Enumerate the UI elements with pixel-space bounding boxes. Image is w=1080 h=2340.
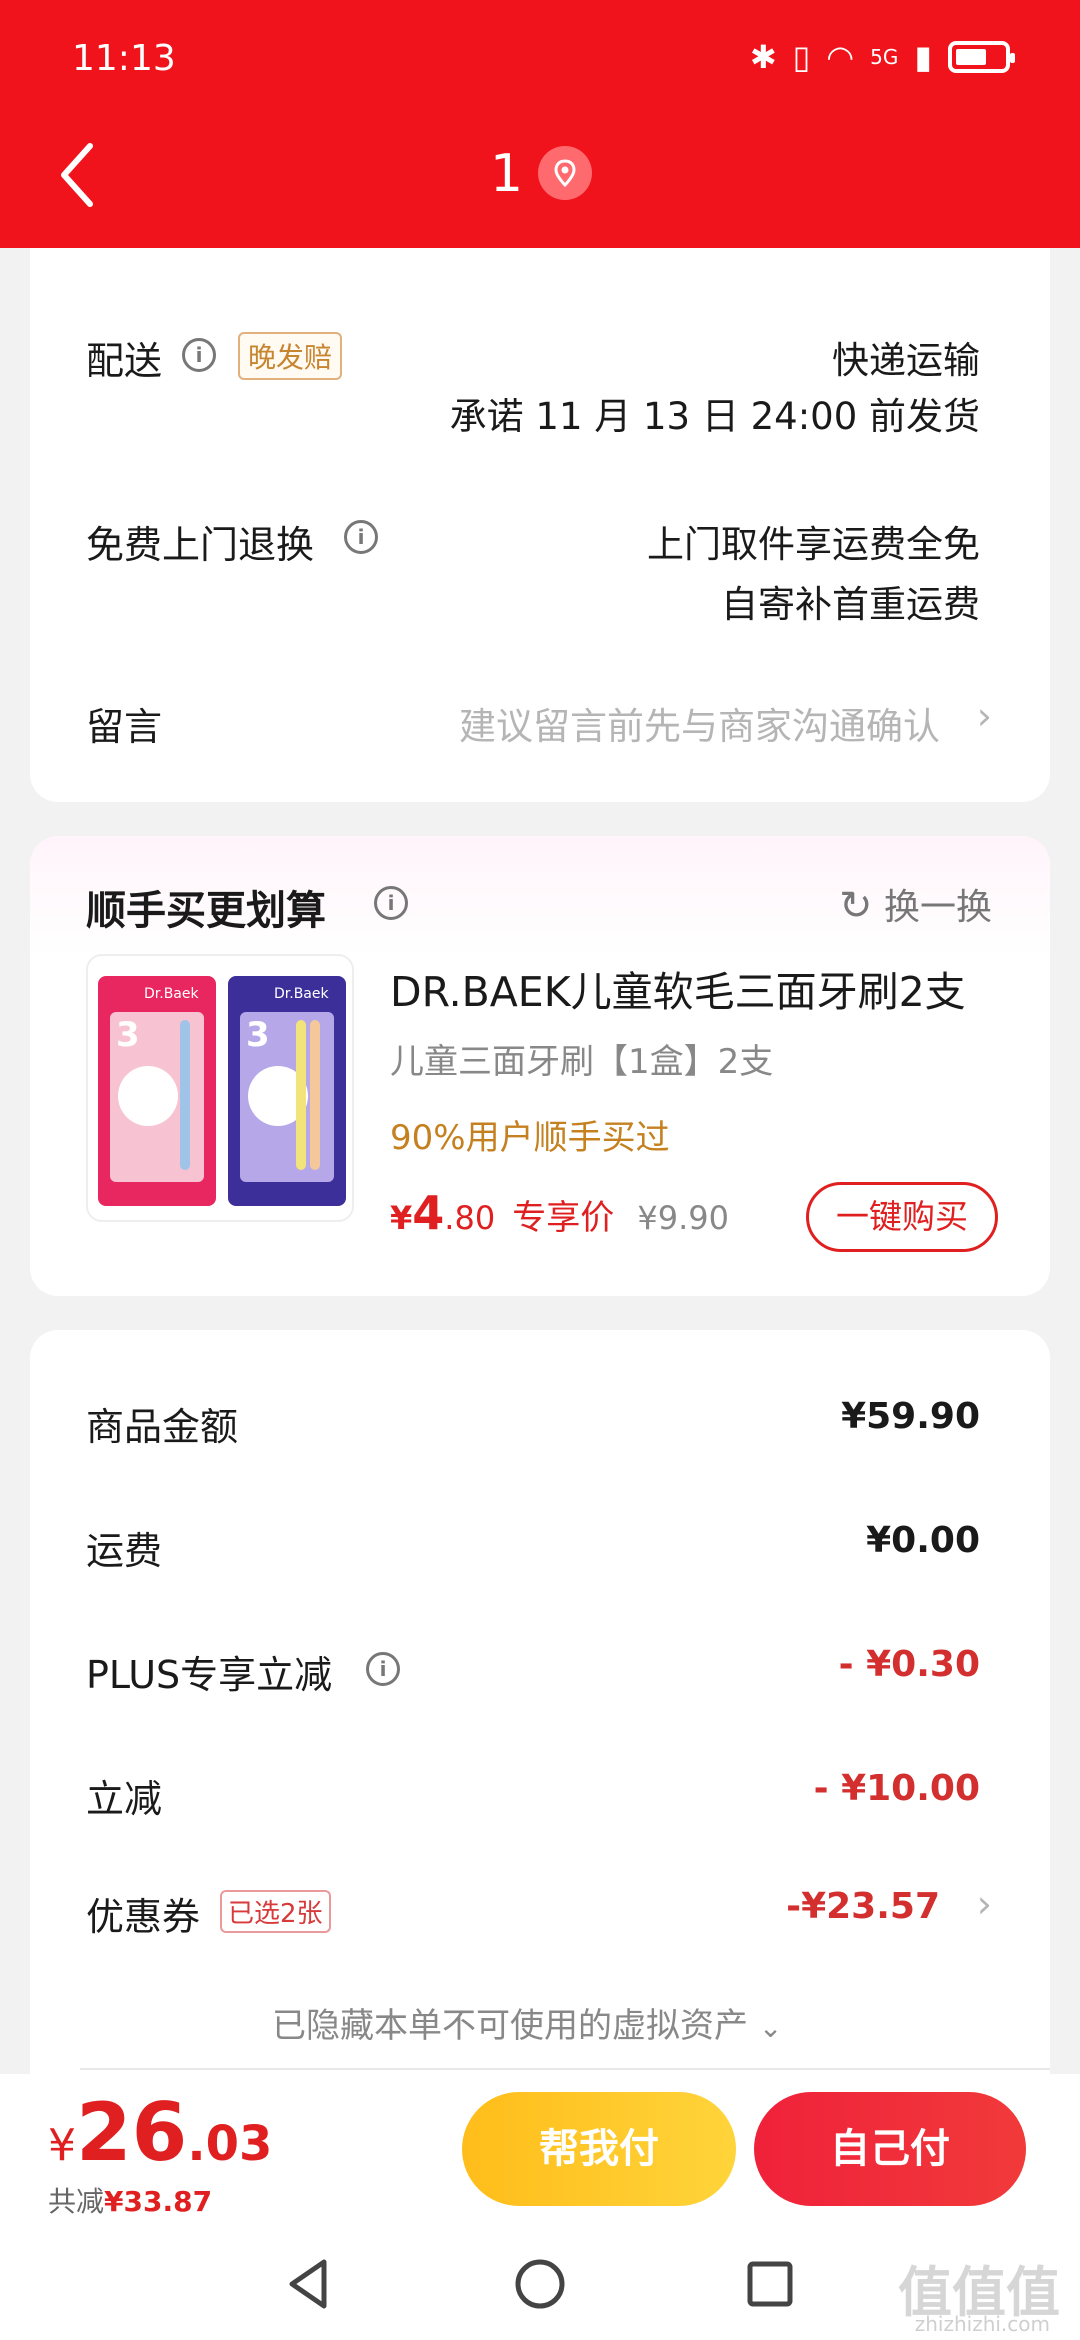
divider — [80, 2068, 1050, 2070]
chevron-down-icon: ⌄ — [758, 2011, 783, 2044]
help-pay-button[interactable]: 帮我付 — [462, 2092, 736, 2206]
saved-prefix: 共减 — [48, 2185, 105, 2218]
refresh-label: 换一换 — [883, 887, 992, 928]
info-icon[interactable]: i — [344, 520, 378, 554]
summary-row-label: 运费 — [86, 1529, 163, 1573]
saved-value: ¥33.87 — [104, 2185, 213, 2218]
product-spec: 儿童三面牙刷【1盒】2支 — [390, 1042, 774, 1082]
summary-row-value: - ¥0.30 — [838, 1644, 980, 1685]
price-dec: .80 — [444, 1199, 496, 1237]
battery-icon — [948, 41, 1015, 73]
signal-icon: 5G — [870, 45, 899, 69]
total-price: ¥26.03 — [48, 2086, 272, 2179]
status-time: 11:13 — [72, 38, 176, 79]
chevron-left-icon — [61, 143, 93, 207]
price-symbol: ¥ — [390, 1199, 413, 1237]
delivery-method: 快递运输 — [832, 339, 980, 382]
summary-row-value: ¥59.90 — [841, 1396, 980, 1437]
product-name[interactable]: DR.BAEK儿童软毛三面牙刷2支 — [390, 958, 966, 1018]
info-icon[interactable]: i — [366, 1652, 400, 1686]
chevron-right-icon[interactable]: › — [977, 694, 992, 738]
nav-home-icon[interactable] — [510, 2254, 570, 2314]
late-ship-badge: 晚发赔 — [238, 332, 343, 380]
info-icon[interactable]: i — [182, 338, 216, 372]
nav-back-icon[interactable] — [280, 2254, 340, 2314]
price-tag: 专享价 — [512, 1198, 615, 1238]
hidden-assets-toggle[interactable]: 已隐藏本单不可使用的虚拟资产 ⌄ — [272, 1998, 782, 2047]
delivery-promise: 承诺 11 月 13 日 24:00 前发货 — [449, 395, 980, 438]
message-label: 留言 — [86, 705, 163, 749]
top-header: 11:13 ✱ ▯ ◠ 5G ▮ 1 — [0, 0, 1080, 248]
total-dec: .03 — [187, 2116, 273, 2172]
watermark-url: zhizhizhi.com — [914, 2312, 1050, 2336]
nav-recent-icon[interactable] — [740, 2254, 800, 2314]
chevron-right-icon[interactable]: › — [977, 1882, 992, 1926]
image-number-right: 3 — [246, 1015, 270, 1055]
total-int: 26 — [76, 2086, 188, 2179]
summary-row-value: ¥0.00 — [866, 1520, 980, 1561]
summary-row-label: 优惠券 — [86, 1895, 201, 1939]
price-int: 4 — [412, 1186, 445, 1240]
map-pin-icon[interactable] — [538, 146, 592, 200]
vibrate-icon: ▯ — [792, 38, 811, 76]
wifi-icon: ◠ — [826, 38, 855, 76]
summary-row-label: PLUS专享立减 — [86, 1653, 333, 1697]
return-line1: 上门取件享运费全免 — [647, 523, 980, 566]
saved-amount: 共减¥33.87 — [48, 2180, 212, 2220]
image-brand-right: Dr.Baek — [274, 986, 329, 1002]
page-title: 1 — [490, 144, 524, 204]
image-number-left: 3 — [116, 1015, 140, 1055]
refresh-button[interactable]: ↻ 换一换 — [839, 878, 992, 930]
self-pay-button[interactable]: 自己付 — [754, 2092, 1026, 2206]
status-icons: ✱ ▯ ◠ 5G ▮ — [749, 38, 1015, 76]
return-label: 免费上门退换 — [86, 523, 315, 567]
one-click-buy-button[interactable]: 一键购买 — [806, 1182, 998, 1252]
coupon-value[interactable]: -¥23.57 — [786, 1886, 940, 1927]
coupon-badge: 已选2张 — [220, 1890, 331, 1933]
signal-bars-icon: ▮ — [914, 38, 932, 76]
back-button[interactable] — [58, 140, 98, 210]
original-price: ¥9.90 — [637, 1199, 729, 1237]
summary-row-value: - ¥10.00 — [813, 1768, 980, 1809]
summary-row-label: 商品金额 — [86, 1405, 239, 1449]
refresh-icon: ↻ — [839, 883, 873, 929]
summary-row-label: 立减 — [86, 1777, 163, 1821]
total-currency: ¥ — [48, 2120, 76, 2171]
return-line2: 自寄补首重运费 — [721, 583, 980, 626]
product-tip: 90%用户顺手买过 — [390, 1118, 670, 1158]
delivery-label: 配送 — [86, 339, 163, 383]
order-info-card: 配送 i 晚发赔 快递运输 承诺 11 月 13 日 24:00 前发货 免费上… — [30, 200, 1050, 802]
bluetooth-icon: ✱ — [749, 38, 777, 76]
image-brand-left: Dr.Baek — [144, 986, 199, 1002]
recommend-card: 顺手买更划算 i ↻ 换一换 3 3 Dr.Baek Dr.Baek DR.BA… — [30, 836, 1050, 1296]
message-input[interactable]: 建议留言前先与商家沟通确认 — [459, 696, 940, 750]
product-price: ¥4.80 专享价 ¥9.90 — [390, 1186, 729, 1240]
info-icon[interactable]: i — [374, 886, 408, 920]
product-image[interactable]: 3 3 Dr.Baek Dr.Baek — [86, 954, 354, 1222]
recommend-title: 顺手买更划算 — [86, 888, 326, 934]
hidden-note-text: 已隐藏本单不可使用的虚拟资产 — [272, 2006, 748, 2046]
